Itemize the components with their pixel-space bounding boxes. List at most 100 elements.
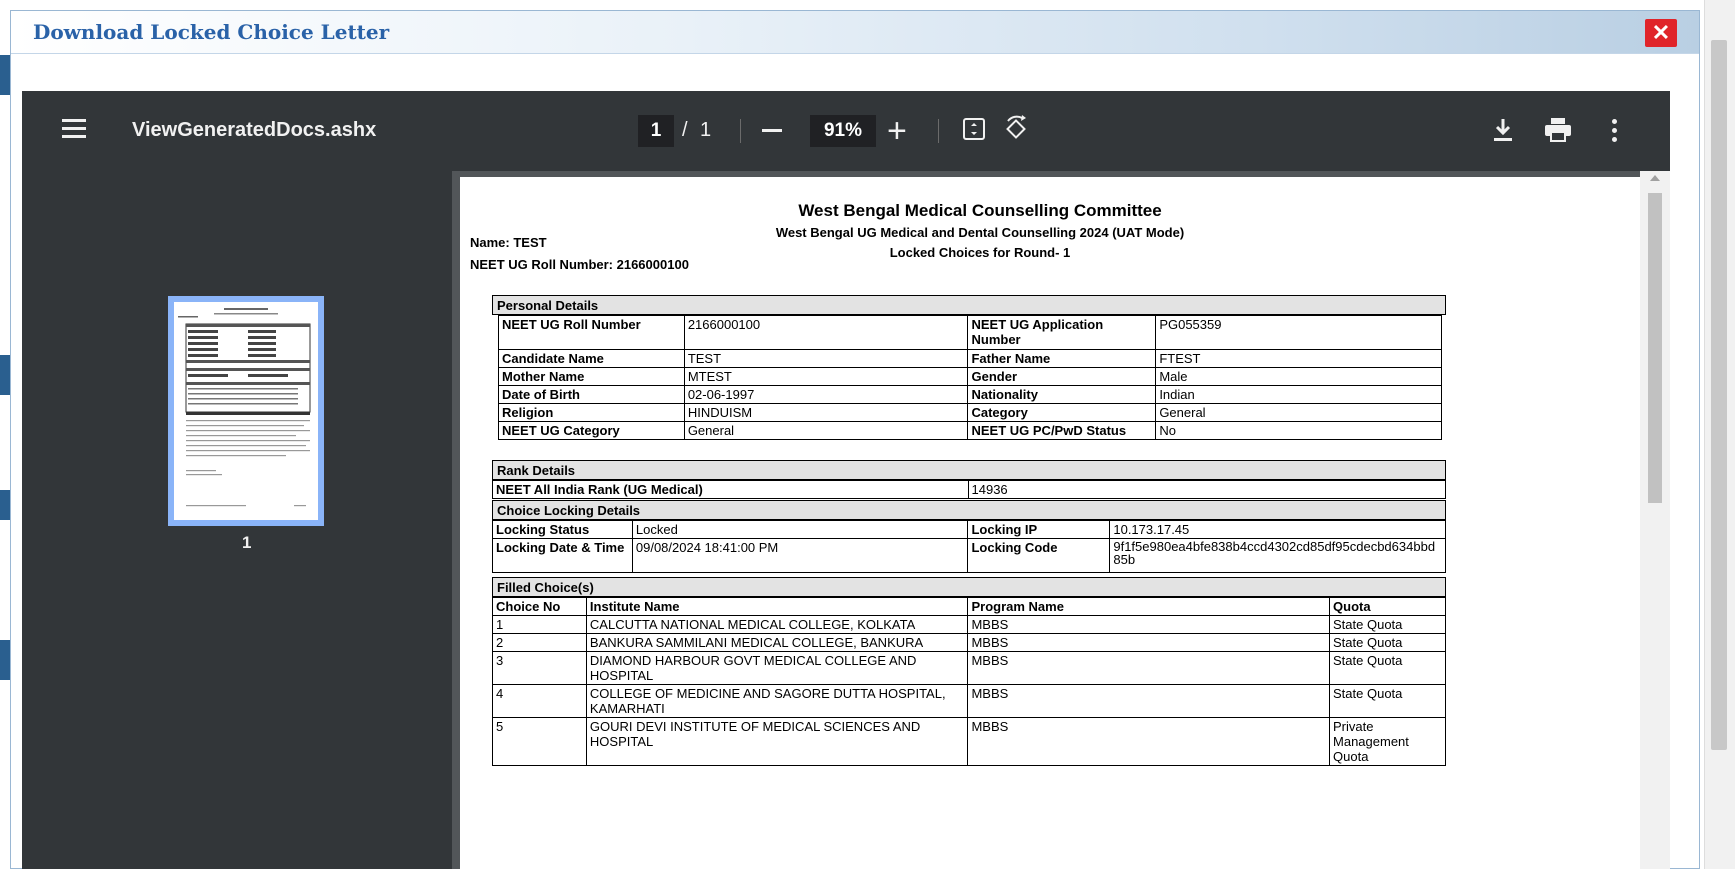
quota: State Quota — [1329, 651, 1446, 685]
field-label: Locking Code — [967, 538, 1111, 573]
zoom-out-icon[interactable] — [762, 129, 782, 132]
field-value: No — [1155, 421, 1442, 440]
zoom-in-icon[interactable]: + — [887, 111, 907, 151]
institute-name: COLLEGE OF MEDICINE AND SAGORE DUTTA HOS… — [585, 684, 969, 718]
rank-details-table: NEET All India Rank (UG Medical) 14936 — [492, 480, 1446, 499]
pdf-toolbar: ViewGeneratedDocs.ashx 1 / 1 91% + — [22, 91, 1670, 171]
field-label: Locking Status — [492, 520, 633, 539]
program-name: MBBS — [967, 651, 1331, 685]
column-header: Quota — [1329, 597, 1446, 616]
rank-label: NEET All India Rank (UG Medical) — [492, 480, 969, 499]
page-edge — [0, 640, 10, 680]
table-row: Locking Date & Time 09/08/2024 18:41:00 … — [492, 538, 1446, 573]
program-name: MBBS — [967, 717, 1331, 766]
field-label: Locking IP — [967, 520, 1111, 539]
table-row: Candidate Name TEST Father Name FTEST — [498, 349, 1442, 368]
locking-code-value: 9f1f5e980ea4bfe838b4ccd4302cd85df95cdecb… — [1109, 538, 1446, 573]
table-row: 4 COLLEGE OF MEDICINE AND SAGORE DUTTA H… — [492, 684, 1446, 718]
document-area: West Bengal Medical Counselling Committe… — [452, 171, 1670, 869]
more-icon[interactable] — [1612, 119, 1618, 143]
rank-value: 14936 — [967, 480, 1446, 499]
field-label: Date of Birth — [498, 385, 685, 404]
close-button[interactable]: ✕ — [1645, 19, 1677, 47]
quota: State Quota — [1329, 684, 1446, 718]
field-value: 2166000100 — [683, 315, 969, 350]
field-value: General — [1155, 403, 1442, 422]
field-value: General — [683, 421, 969, 440]
document-scrollbar-thumb[interactable] — [1648, 193, 1662, 503]
field-label: Gender — [967, 367, 1157, 386]
field-label: NEET UG Application Number — [967, 315, 1157, 350]
candidate-name-line: Name: TEST — [470, 235, 547, 250]
field-value: Locked — [631, 520, 969, 539]
table-row: Locking Status Locked Locking IP 10.173.… — [492, 520, 1446, 539]
filled-choices-header: Filled Choice(s) — [492, 577, 1446, 597]
page-thumbnail[interactable] — [168, 296, 324, 526]
menu-icon[interactable] — [62, 119, 86, 141]
total-pages: 1 — [700, 119, 712, 141]
thumbnail-sidebar: 1 — [22, 171, 452, 869]
institute-name: CALCUTTA NATIONAL MEDICAL COLLEGE, KOLKA… — [585, 615, 969, 634]
choice-number: 1 — [492, 615, 587, 634]
page-scrollbar[interactable] — [1704, 0, 1735, 869]
doc-title: West Bengal Medical Counselling Committe… — [798, 201, 1162, 220]
table-row: Religion HINDUISM Category General — [498, 403, 1442, 422]
field-label: NEET UG Roll Number — [498, 315, 685, 350]
dialog-title: Download Locked Choice Letter — [33, 20, 390, 44]
choice-number: 2 — [492, 633, 587, 652]
program-name: MBBS — [967, 684, 1331, 718]
thumbnail-preview — [174, 302, 318, 520]
table-row: 5 GOURI DEVI INSTITUTE OF MEDICAL SCIENC… — [492, 717, 1446, 766]
field-label: Father Name — [967, 349, 1157, 368]
page-number-input[interactable]: 1 — [638, 115, 674, 147]
thumbnail-page-number: 1 — [242, 533, 252, 552]
toolbar-divider — [938, 119, 939, 143]
table-row: 3 DIAMOND HARBOUR GOVT MEDICAL COLLEGE A… — [492, 651, 1446, 685]
program-name: MBBS — [967, 615, 1331, 634]
personal-details-header: Personal Details — [492, 295, 1446, 315]
institute-name: DIAMOND HARBOUR GOVT MEDICAL COLLEGE AND… — [585, 651, 969, 685]
choice-locking-table: Locking Status Locked Locking IP 10.173.… — [492, 520, 1446, 573]
thumbnail-image — [178, 308, 311, 507]
rotate-icon[interactable] — [1002, 115, 1030, 143]
institute-name: BANKURA SAMMILANI MEDICAL COLLEGE, BANKU… — [585, 633, 969, 652]
quota: Private Management Quota — [1329, 717, 1446, 766]
field-value: 10.173.17.45 — [1109, 520, 1446, 539]
field-value: 02-06-1997 — [683, 385, 969, 404]
field-label: Mother Name — [498, 367, 685, 386]
table-row: Date of Birth 02-06-1997 Nationality Ind… — [498, 385, 1442, 404]
fit-page-icon[interactable] — [962, 117, 986, 141]
roll-number-line: NEET UG Roll Number: 2166000100 — [470, 257, 689, 272]
column-header: Choice No — [492, 597, 587, 616]
table-row: NEET UG Category General NEET UG PC/PwD … — [498, 421, 1442, 440]
doc-subtitle: West Bengal UG Medical and Dental Counse… — [775, 225, 1185, 240]
field-label: Candidate Name — [498, 349, 685, 368]
field-value: MTEST — [683, 367, 969, 386]
field-label: Locking Date & Time — [492, 538, 633, 573]
page-edge — [0, 490, 10, 520]
page-edge — [0, 355, 10, 395]
program-name: MBBS — [967, 633, 1331, 652]
quota: State Quota — [1329, 615, 1446, 634]
field-label: Nationality — [967, 385, 1157, 404]
scroll-up-arrow-icon[interactable] — [1650, 175, 1660, 181]
field-label: Category — [967, 403, 1157, 422]
field-value: Male — [1155, 367, 1442, 386]
download-icon[interactable] — [1492, 117, 1514, 143]
file-name: ViewGeneratedDocs.ashx — [132, 119, 377, 141]
page-scrollbar-thumb[interactable] — [1711, 40, 1727, 750]
document-page: West Bengal Medical Counselling Committe… — [460, 177, 1640, 869]
table-row: NEET UG Roll Number 2166000100 NEET UG A… — [498, 315, 1442, 350]
field-value: Indian — [1155, 385, 1442, 404]
print-icon[interactable] — [1544, 117, 1572, 143]
table-row: 1 CALCUTTA NATIONAL MEDICAL COLLEGE, KOL… — [492, 615, 1446, 634]
toolbar-divider — [740, 119, 741, 143]
field-label: NEET UG PC/PwD Status — [967, 421, 1157, 440]
document-scrollbar[interactable] — [1640, 171, 1670, 869]
zoom-input[interactable]: 91% — [810, 115, 876, 147]
choice-number: 5 — [492, 717, 587, 766]
dialog-header: Download Locked Choice Letter ✕ — [11, 11, 1699, 54]
field-label: NEET UG Category — [498, 421, 685, 440]
column-header: Program Name — [967, 597, 1331, 616]
table-header-row: Choice No Institute Name Program Name Qu… — [492, 597, 1446, 616]
